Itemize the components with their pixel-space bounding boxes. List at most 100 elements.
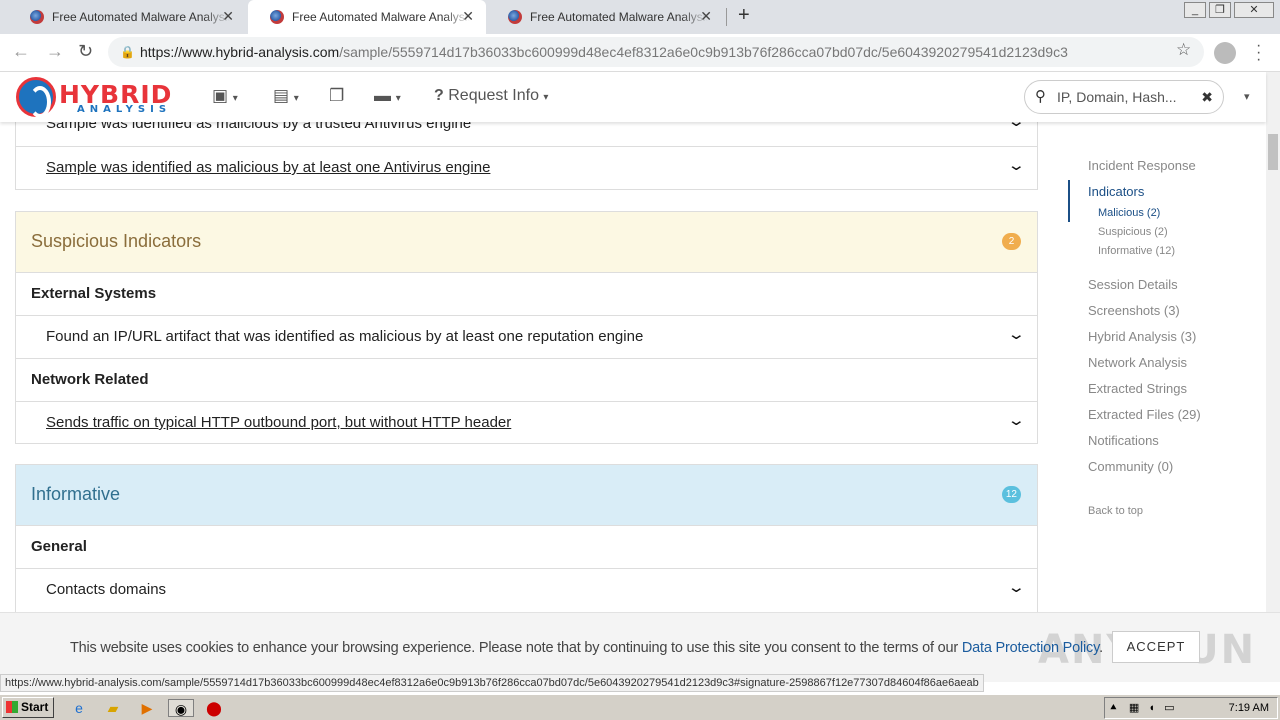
panel-title: Suspicious Indicators [31,231,202,251]
sidebar-item-extracted-files[interactable]: Extracted Files (29) [1088,407,1201,422]
back-to-top-link[interactable]: Back to top [1088,505,1143,517]
signature-title: Contacts domains [46,581,167,598]
signature-title: Sends traffic on typical HTTP outbound p… [46,414,512,431]
signature-row[interactable]: Sends traffic on typical HTTP outbound p… [16,401,1037,444]
data-protection-policy-link[interactable]: Data Protection Policy [962,640,1099,656]
chevron-down-icon[interactable]: ⌄ [1007,122,1026,143]
ie-icon[interactable]: e [70,699,88,717]
category-title: General [31,538,87,555]
monitor-icon[interactable]: ▭ [1164,702,1174,714]
main-content: Sample was identified as malicious by a … [0,122,1266,612]
panel-heading: Informative 12 [16,465,1037,525]
favicon-icon [30,10,44,24]
scrollbar-thumb[interactable] [1268,134,1278,170]
sidebar-item-hybrid-analysis[interactable]: Hybrid Analysis (3) [1088,329,1196,344]
browser-tab[interactable]: Free Automated Malware Analysis Se ✕ [486,0,724,34]
search-input[interactable]: ⚲ IP, Domain, Hash... ✖ [1024,80,1224,114]
start-button[interactable]: Start [2,697,54,718]
close-tab-icon[interactable]: ✕ [700,8,712,25]
site-logo[interactable]: HYBRID ANALYSIS [15,75,183,119]
active-indicator [1068,180,1070,222]
explorer-folder-icon[interactable]: ▰ [104,699,122,717]
sidebar-item-indicators[interactable]: Indicators [1088,184,1144,199]
bookmark-star-icon[interactable]: ☆ [1176,40,1191,60]
tab-title: Free Automated Malware Analysis Se [530,10,708,24]
chevron-down-icon[interactable]: ⌄ [1007,567,1026,609]
close-window-button[interactable]: ✕ [1234,2,1274,18]
url-host: https://www.hybrid-analysis.com [140,44,340,60]
opera-icon[interactable]: ⬤ [205,699,223,717]
network-icon[interactable]: ▦ [1129,702,1139,714]
restore-button[interactable]: ❐ [1209,2,1231,18]
sidebar-item-malicious[interactable]: Malicious (2) [1098,207,1160,219]
site-header: HYBRID ANALYSIS ▣ ▾ ▤ ▾ ❐ ▬ ▾ ? Request … [0,72,1266,122]
sidebar-item-suspicious[interactable]: Suspicious (2) [1098,226,1168,238]
sidebar-item-screenshots[interactable]: Screenshots (3) [1088,303,1180,318]
browser-menu-icon[interactable]: · · · [1256,38,1261,68]
sidebar-item-session-details[interactable]: Session Details [1088,277,1178,292]
volume-icon[interactable]: ◖ [1148,702,1155,714]
informative-indicators-panel: Informative 12 General Contacts domains … [15,464,1038,612]
signature-row[interactable]: Contacts domains ⌄ [16,568,1037,611]
sidebar-item-extracted-strings[interactable]: Extracted Strings [1088,381,1187,396]
media-player-icon[interactable]: ▶ [138,699,156,717]
signature-row[interactable]: Sample was identified as malicious by a … [16,122,1037,146]
tab-divider [726,8,727,26]
request-info-menu[interactable]: ? Request Info ▾ [434,87,548,105]
chevron-down-icon[interactable]: ⌄ [1007,145,1026,187]
malicious-indicators-panel: Sample was identified as malicious by a … [15,122,1038,190]
tab-title: Free Automated Malware Analysis Se [292,10,470,24]
cookie-period: . [1099,640,1103,656]
accept-cookies-button[interactable]: ACCEPT [1112,631,1200,663]
status-url-bubble: https://www.hybrid-analysis.com/sample/5… [0,674,984,692]
tab-title: Free Automated Malware Analysis Se [52,10,230,24]
browser-tab[interactable]: Free Automated Malware Analysis Se ✕ [8,0,246,34]
browser-tab-active[interactable]: Free Automated Malware Analysis Se ✕ [248,0,486,34]
system-tray: ⯅ ▦ ◖ ▭ 7:19 AM [1104,697,1278,719]
sidebar-item-incident-response[interactable]: Incident Response [1088,158,1196,173]
count-badge: 2 [1002,233,1021,250]
sidebar-item-community[interactable]: Community (0) [1088,459,1173,474]
copy-icon[interactable]: ❐ [329,86,344,106]
request-info-label: Request Info [448,87,539,104]
tab-strip: Free Automated Malware Analysis Se ✕ Fre… [0,0,1280,34]
sidebar-item-network-analysis[interactable]: Network Analysis [1088,355,1187,370]
cookie-banner: ANY RUN This website uses cookies to enh… [0,612,1280,682]
cube-menu-icon[interactable]: ▣ ▾ [212,86,238,106]
reload-icon[interactable]: ↻ [78,41,93,62]
cookie-message: This website uses cookies to enhance you… [70,640,1103,656]
cookie-text: This website uses cookies to enhance you… [70,640,962,656]
category-title: External Systems [31,285,157,302]
folder-menu-icon[interactable]: ▬ ▾ [374,86,401,106]
clear-search-icon[interactable]: ✖ [1201,81,1213,113]
tray-arrow-icon[interactable]: ⯅ [1109,702,1118,714]
sidebar-item-informative[interactable]: Informative (12) [1098,245,1175,257]
sidebar-item-notifications[interactable]: Notifications [1088,433,1159,448]
category-title: Network Related [31,371,149,388]
logo-mark-icon [16,77,56,118]
forward-icon[interactable]: → [46,41,64,62]
user-menu-caret-icon[interactable]: ▾ [1244,90,1250,103]
address-bar-area: ← → ↻ 🔒 https://www.hybrid-analysis.com/… [0,34,1280,72]
url-path: /sample/5559714d17b36033bc600999d48ec4ef… [339,44,1068,60]
chrome-taskbar-icon[interactable]: ◉ [168,699,194,717]
close-tab-icon[interactable]: ✕ [462,8,474,25]
signature-row[interactable]: Found an IP/URL artifact that was identi… [16,315,1037,358]
panel-title: Informative [31,484,121,504]
chevron-down-icon[interactable]: ⌄ [1007,400,1026,442]
signature-row[interactable]: Sample was identified as malicious by at… [16,146,1037,189]
close-tab-icon[interactable]: ✕ [222,8,234,25]
new-tab-button[interactable]: + [738,4,750,27]
chevron-down-icon[interactable]: ⌄ [1007,314,1026,356]
profile-avatar[interactable] [1214,42,1236,64]
clock[interactable]: 7:19 AM [1229,698,1269,718]
back-icon[interactable]: ← [12,41,30,62]
caret-down-icon: ▾ [543,92,549,103]
minimize-button[interactable]: _ [1184,2,1206,18]
panel-heading: Suspicious Indicators 2 [16,212,1037,272]
category-header: Network Related [16,358,1037,401]
question-circle-icon: ? [434,87,444,104]
url-field[interactable]: 🔒 https://www.hybrid-analysis.com/sample… [108,37,1204,67]
windows-taskbar: Start e ▰ ▶ ◉ ⬤ ⯅ ▦ ◖ ▭ 7:19 AM [0,694,1280,720]
file-upload-menu-icon[interactable]: ▤ ▾ [273,86,299,106]
